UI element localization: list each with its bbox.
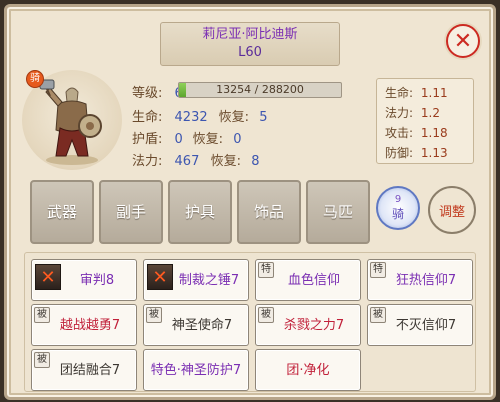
multiplier-value: 1.11 [420, 86, 448, 100]
multiplier-row: 法力: 1.2 [385, 104, 440, 124]
hp-value: 4232 [174, 110, 208, 125]
mp-regen-label: 恢复: [210, 154, 242, 169]
skill-slot[interactable]: 被 团结融合7 [31, 349, 137, 391]
multiplier-value: 1.18 [420, 126, 448, 140]
multiplier-label: 法力: [385, 106, 414, 120]
multiplier-value: 1.13 [420, 146, 448, 160]
skill-name: 神圣使命7 [171, 317, 233, 333]
skill-name: 杀戮之力7 [283, 317, 345, 333]
skill-name: 越战越勇7 [59, 317, 121, 333]
character-name: 莉尼亚·阿比迪斯 [202, 27, 298, 42]
skill-slot[interactable]: 团·净化 [255, 349, 361, 391]
skill-name: 审判8 [79, 272, 115, 288]
multiplier-row: 防御: 1.13 [385, 144, 448, 164]
close-icon: ✕ [453, 28, 473, 54]
level-label: 等级: [132, 86, 163, 101]
exp-bar: 13254 / 288200 [178, 82, 342, 98]
skill-name: 狂热信仰7 [395, 272, 457, 288]
skill-name: 团·净化 [286, 362, 330, 378]
skill-slot[interactable]: 被 神圣使命7 [143, 304, 249, 346]
close-button[interactable]: ✕ [446, 24, 480, 58]
skill-name: 特色·神圣防护7 [150, 362, 242, 378]
skill-slot[interactable]: ✕ 审判8 [31, 259, 137, 301]
shield-regen-value: 0 [233, 132, 242, 147]
skill-slot[interactable]: 特 血色信仰 [255, 259, 361, 301]
skill-name: 血色信仰 [287, 272, 340, 288]
skill-slot[interactable]: 特色·神圣防护7 [143, 349, 249, 391]
skill-slot[interactable]: 被 越战越勇7 [31, 304, 137, 346]
multiplier-value: 1.2 [420, 106, 440, 120]
multiplier-box: 生命: 1.11 法力: 1.2 攻击: 1.18 防御: 1.13 [376, 78, 474, 164]
exp-text: 13254 / 288200 [216, 83, 304, 96]
adjust-button[interactable]: 调整 [428, 186, 476, 234]
skill-name: 团结融合7 [59, 362, 121, 378]
mp-value: 467 [174, 154, 200, 169]
mp-row: 法力: 467 恢复: 8 [132, 150, 259, 170]
hp-label: 生命: [132, 110, 163, 125]
ride-emblem-label: 骑 [391, 206, 404, 221]
ride-badge: 骑 [26, 70, 44, 88]
character-level: L60 [238, 45, 262, 60]
ride-emblem-button[interactable]: 9 骑 [376, 186, 420, 230]
multiplier-label: 生命: [385, 86, 414, 100]
multiplier-label: 攻击: [385, 126, 414, 140]
skill-name: 制裁之锤7 [178, 272, 240, 288]
skill-slot[interactable]: 被 杀戮之力7 [255, 304, 361, 346]
mp-label: 法力: [132, 154, 163, 169]
hp-row: 生命: 4232 恢复: 5 [132, 106, 267, 126]
skill-slot[interactable]: 特 狂热信仰7 [367, 259, 473, 301]
hp-regen-label: 恢复: [218, 110, 250, 125]
ride-emblem-number: 9 [394, 193, 402, 205]
mp-regen-value: 8 [251, 154, 260, 169]
shield-regen-label: 恢复: [192, 132, 224, 147]
shield-label: 护盾: [132, 132, 163, 147]
slot-horse[interactable]: 马匹 [306, 180, 370, 244]
slot-offhand[interactable]: 副手 [99, 180, 163, 244]
skill-slot[interactable]: ✕ 制裁之锤7 [143, 259, 249, 301]
multiplier-label: 防御: [385, 146, 414, 160]
skills-grid: ✕ 审判8 ✕ 制裁之锤7 特 血色信仰 特 狂热信仰7 被 越战越勇7 被 神… [24, 252, 476, 392]
skill-name: 不灭信仰7 [395, 317, 457, 333]
hp-regen-value: 5 [259, 110, 268, 125]
skill-slot[interactable]: 被 不灭信仰7 [367, 304, 473, 346]
slot-armor[interactable]: 护具 [168, 180, 232, 244]
slot-weapon[interactable]: 武器 [30, 180, 94, 244]
title-banner: 莉尼亚·阿比迪斯 L60 [160, 22, 340, 66]
multiplier-row: 攻击: 1.18 [385, 124, 448, 144]
shield-row: 护盾: 0 恢复: 0 [132, 128, 241, 148]
slot-accessory[interactable]: 饰品 [237, 180, 301, 244]
shield-value: 0 [174, 132, 183, 147]
multiplier-row: 生命: 1.11 [385, 84, 448, 104]
